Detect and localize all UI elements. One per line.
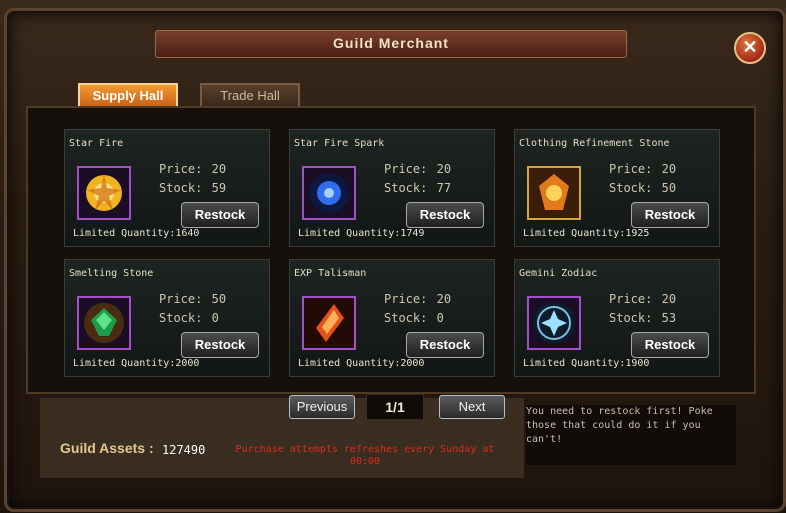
limited-value: 1925 [625, 228, 650, 239]
restock-notice: You need to restock first! Poke those th… [526, 405, 736, 465]
smelting-stone-icon[interactable] [77, 296, 131, 350]
stock-label: Stock: [609, 311, 653, 325]
stock-value: 59 [211, 181, 227, 195]
close-button[interactable]: ✕ [734, 32, 766, 64]
limited-quantity: Limited Quantity:2000 [73, 358, 199, 369]
limited-value: 2000 [400, 358, 425, 369]
limited-quantity: Limited Quantity:1900 [523, 358, 649, 369]
title-bar: Guild Merchant [155, 30, 627, 58]
price-label: Price: [609, 292, 653, 306]
item-price: Price: 20 [609, 162, 676, 176]
item-card-smelting-stone: Smelting Stone Price: 50 Stock: 0 Restoc… [64, 259, 270, 377]
limited-label: Limited Quantity: [73, 228, 176, 239]
star-fire-icon[interactable] [77, 166, 131, 220]
limited-quantity: Limited Quantity:1925 [523, 228, 649, 239]
stock-value: 53 [661, 311, 677, 325]
item-card-clothing-refinement-stone: Clothing Refinement Stone Price: 20 Stoc… [514, 129, 720, 247]
price-value: 20 [661, 162, 677, 176]
stock-value: 0 [211, 311, 219, 325]
item-stock: Stock: 50 [609, 181, 676, 195]
item-price: Price: 50 [159, 292, 226, 306]
stock-label: Stock: [159, 181, 203, 195]
item-card-exp-talisman: EXP Talisman Price: 20 Stock: 0 Restock … [289, 259, 495, 377]
item-price: Price: 20 [609, 292, 676, 306]
item-card-gemini-zodiac: Gemini Zodiac Price: 20 Stock: 53 Restoc… [514, 259, 720, 377]
stock-label: Stock: [159, 311, 203, 325]
item-name: Star Fire [69, 138, 124, 149]
item-name: Gemini Zodiac [519, 268, 598, 279]
guild-merchant-window: Guild Merchant ✕ Supply Hall Trade Hall … [0, 0, 786, 513]
stock-value: 0 [436, 311, 444, 325]
limited-label: Limited Quantity: [73, 358, 176, 369]
item-price: Price: 20 [384, 162, 451, 176]
limited-label: Limited Quantity: [298, 358, 401, 369]
price-value: 20 [436, 292, 452, 306]
guild-assets-value: 127490 [162, 443, 206, 457]
exp-talisman-icon[interactable] [302, 296, 356, 350]
item-name: EXP Talisman [294, 268, 367, 279]
stock-label: Stock: [384, 181, 428, 195]
next-button[interactable]: Next [439, 395, 505, 419]
stock-label: Stock: [384, 311, 428, 325]
limited-value: 1749 [400, 228, 425, 239]
item-name: Star Fire Spark [294, 138, 385, 149]
item-stock: Stock: 59 [159, 181, 226, 195]
restock-button[interactable]: Restock [181, 202, 259, 228]
item-stock: Stock: 77 [384, 181, 451, 195]
stock-label: Stock: [609, 181, 653, 195]
price-label: Price: [159, 292, 203, 306]
item-card-star-fire-spark: Star Fire Spark Price: 20 Stock: 77 Rest… [289, 129, 495, 247]
item-name: Clothing Refinement Stone [519, 138, 670, 149]
close-icon: ✕ [742, 37, 758, 57]
window-title: Guild Merchant [333, 35, 449, 51]
guild-assets-label: Guild Assets : [60, 440, 154, 456]
restock-button[interactable]: Restock [181, 332, 259, 358]
star-fire-spark-icon[interactable] [302, 166, 356, 220]
price-value: 20 [661, 292, 677, 306]
item-name: Smelting Stone [69, 268, 154, 279]
limited-value: 1640 [175, 228, 200, 239]
item-price: Price: 20 [159, 162, 226, 176]
restock-button[interactable]: Restock [631, 202, 709, 228]
limited-label: Limited Quantity: [523, 358, 626, 369]
page-indicator: 1/1 [366, 394, 424, 420]
item-price: Price: 20 [384, 292, 451, 306]
price-value: 20 [211, 162, 227, 176]
restock-button[interactable]: Restock [631, 332, 709, 358]
limited-label: Limited Quantity: [298, 228, 401, 239]
clothing-refinement-stone-icon[interactable] [527, 166, 581, 220]
limited-value: 1900 [625, 358, 650, 369]
stock-value: 50 [661, 181, 677, 195]
gemini-zodiac-icon[interactable] [527, 296, 581, 350]
limited-quantity: Limited Quantity:2000 [298, 358, 424, 369]
stock-value: 77 [436, 181, 452, 195]
item-stock: Stock: 0 [159, 311, 219, 325]
item-stock: Stock: 0 [384, 311, 444, 325]
previous-button[interactable]: Previous [289, 395, 355, 419]
price-label: Price: [384, 162, 428, 176]
price-value: 50 [211, 292, 227, 306]
price-value: 20 [436, 162, 452, 176]
limited-value: 2000 [175, 358, 200, 369]
restock-button[interactable]: Restock [406, 332, 484, 358]
restock-button[interactable]: Restock [406, 202, 484, 228]
limited-quantity: Limited Quantity:1640 [73, 228, 199, 239]
limited-quantity: Limited Quantity:1749 [298, 228, 424, 239]
price-label: Price: [159, 162, 203, 176]
price-label: Price: [609, 162, 653, 176]
item-card-star-fire: Star Fire Price: 20 Stock: 59 Restock Li… [64, 129, 270, 247]
limited-label: Limited Quantity: [523, 228, 626, 239]
refresh-note: Purchase attempts refreshes every Sunday… [235, 444, 495, 467]
item-stock: Stock: 53 [609, 311, 676, 325]
price-label: Price: [384, 292, 428, 306]
